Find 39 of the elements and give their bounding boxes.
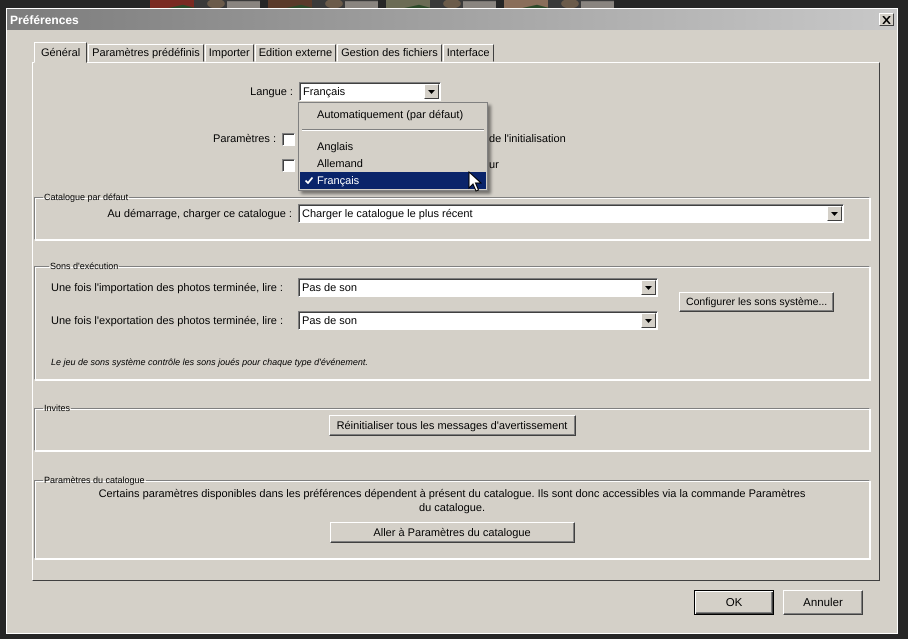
tab[interactable]: Edition externe — [254, 44, 336, 62]
checkbox-label: de l'initialisation — [489, 133, 566, 145]
field-label: Au démarrage, charger ce catalogue : — [106, 208, 293, 220]
ok-button[interactable]: OK — [694, 590, 774, 615]
dropdown[interactable]: Pas de son — [298, 278, 658, 297]
menu-item[interactable]: Anglais — [300, 138, 486, 155]
field-label: Paramètres : — [212, 133, 277, 145]
close-button[interactable] — [879, 13, 894, 26]
group-title: Catalogue par défaut — [43, 192, 130, 202]
checkbox-label: ur — [489, 159, 499, 171]
field-label: Langue : — [249, 86, 294, 98]
hint-text: Le jeu de sons système contrôle les sons joués pour chaque type d'événement. — [51, 357, 369, 367]
checkbox[interactable] — [282, 158, 295, 172]
reset-warnings-button[interactable]: Réinitialiser tous les messages d'avertissement — [328, 415, 576, 436]
cancel-button[interactable]: Annuler — [783, 590, 863, 615]
checkbox[interactable] — [282, 132, 295, 146]
group-title: Invites — [43, 403, 72, 413]
catalog-settings-button[interactable]: Aller à Paramètres du catalogue — [330, 522, 574, 543]
tab[interactable]: Importer — [204, 44, 254, 62]
configure-sounds-button[interactable]: Configurer les sons système... — [679, 292, 834, 312]
dropdown[interactable]: Charger le catalogue le plus récent — [298, 204, 844, 223]
group-title: Sons d'exécution — [49, 261, 120, 271]
tab[interactable]: Général — [34, 42, 88, 63]
tab[interactable]: Gestion des fichiers — [337, 44, 442, 62]
dropdown[interactable]: Français — [299, 82, 441, 101]
field-label: Une fois l'importation des photos terminée, lire : — [51, 282, 284, 294]
mouse-pointer-icon — [468, 171, 482, 193]
info-text: Certains paramètres disponibles dans les préférences dépendent à présent du catalogue. Ils sont donc accessibles via la commande Paramètres du catalogue. — [98, 487, 806, 515]
menu-item[interactable]: Allemand — [300, 155, 486, 172]
tab[interactable]: Interface — [442, 44, 494, 62]
menu-item[interactable]: Automatiquement (par défaut) — [300, 104, 486, 125]
close-icon — [882, 16, 891, 24]
field-label: Une fois l'exportation des photos terminée, lire : — [51, 314, 284, 326]
check-icon — [305, 177, 313, 184]
tab[interactable]: Paramètres prédéfinis — [88, 44, 204, 62]
dropdown[interactable]: Pas de son — [298, 311, 658, 330]
window-title: Préférences — [10, 12, 79, 26]
menu-item[interactable]: Français — [300, 172, 486, 189]
group-title: Paramètres du catalogue — [43, 475, 146, 485]
